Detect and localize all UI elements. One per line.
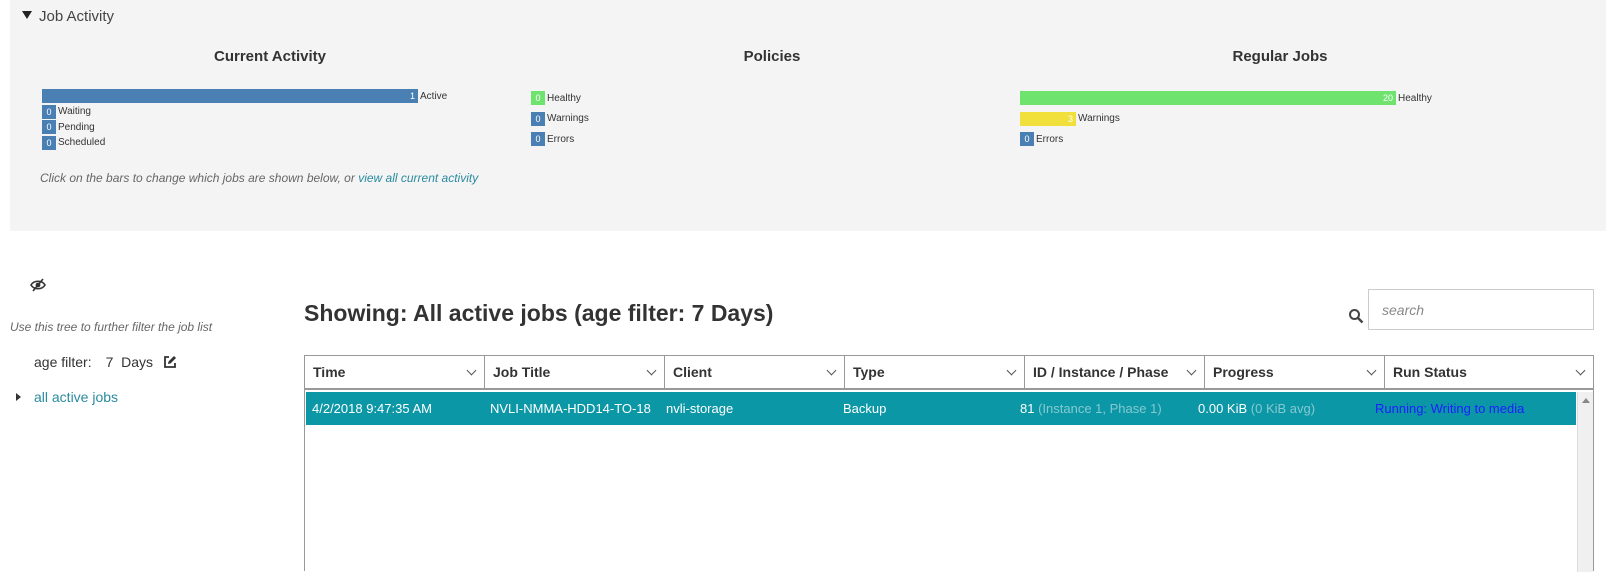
table-header: Time Job Title Client Type ID / Instance… <box>305 356 1593 390</box>
current-activity-bar-fill[interactable]: 0 <box>42 135 56 150</box>
regular-jobs-bar-fill[interactable]: 0 <box>1020 132 1034 146</box>
current-activity-bar-label: Pending <box>58 121 95 133</box>
policies-bar-label: Healthy <box>547 92 581 104</box>
cell-instance-phase: (Instance 1, Phase 1) <box>1038 401 1162 416</box>
current-activity-bar-label: Waiting <box>58 106 91 117</box>
chevron-down-icon[interactable] <box>826 365 837 375</box>
cell-type: Backup <box>843 401 887 416</box>
cell-progress: 0.00 KiB (0 KiB avg) <box>1198 401 1315 416</box>
cell-client: nvli-storage <box>666 401 734 416</box>
column-label: Job Title <box>493 364 551 380</box>
regular-jobs-bar-warnings[interactable]: 3 Warnings <box>1020 111 1120 126</box>
cell-time: 4/2/2018 9:47:35 AM <box>312 401 432 416</box>
column-header-time[interactable]: Time <box>305 356 485 388</box>
view-all-activity-link[interactable]: view all current activity <box>358 171 478 185</box>
policies-bar-fill[interactable]: 0 <box>531 132 545 146</box>
policies-bar-label: Errors <box>547 133 575 145</box>
column-header-id-instance-phase[interactable]: ID / Instance / Phase <box>1025 356 1205 388</box>
column-header-run-status[interactable]: Run Status <box>1385 356 1593 388</box>
column-label: Client <box>673 364 712 380</box>
table-row[interactable]: 4/2/2018 9:47:35 AM NVLI-NMMA-HDD14-TO-1… <box>306 392 1576 425</box>
cell-id: 81 (Instance 1, Phase 1) <box>1020 401 1162 416</box>
current-activity-bar-label: Scheduled <box>58 137 106 148</box>
chevron-down-icon[interactable] <box>646 365 657 375</box>
edit-icon[interactable] <box>163 355 177 369</box>
policies-bar-label: Warnings <box>547 113 589 124</box>
cell-id-value: 81 <box>1020 401 1035 416</box>
table-body: 4/2/2018 9:47:35 AM NVLI-NMMA-HDD14-TO-1… <box>305 392 1593 572</box>
current-activity-bar-label: Active <box>420 90 448 102</box>
chevron-down-icon[interactable] <box>1575 365 1586 375</box>
job-activity-panel: Job Activity Current Activity 1 Active 0 Wa… <box>10 0 1606 231</box>
current-activity-bar-active[interactable]: 1 Active <box>42 89 447 103</box>
caret-right-icon[interactable] <box>16 393 21 401</box>
age-filter: age filter: 7 Days <box>34 354 177 370</box>
job-activity-title: Job Activity <box>39 8 115 25</box>
policies-bar-errors[interactable]: 0 Errors <box>531 132 574 146</box>
current-activity-bar-waiting[interactable]: 0 Waiting <box>42 104 91 119</box>
current-activity-bar-fill[interactable]: 0 <box>42 120 56 134</box>
regular-jobs-bar-label: Healthy <box>1398 92 1432 104</box>
column-header-job-title[interactable]: Job Title <box>485 356 665 388</box>
activity-hint-text: Click on the bars to change which jobs a… <box>40 171 359 185</box>
column-header-client[interactable]: Client <box>665 356 845 388</box>
policies-bar-fill[interactable]: 0 <box>531 111 545 126</box>
scroll-up-icon[interactable] <box>1582 398 1590 403</box>
search-icon[interactable] <box>1348 308 1364 324</box>
cell-run-status[interactable]: Running: Writing to media <box>1375 401 1524 416</box>
current-activity-title: Current Activity <box>214 48 326 65</box>
regular-jobs-bar-label: Warnings <box>1078 113 1120 124</box>
eye-slash-icon[interactable] <box>30 278 46 292</box>
triangle-down-icon <box>22 11 32 19</box>
regular-jobs-bar-errors[interactable]: 0 Errors <box>1020 132 1063 146</box>
current-activity-bar-fill[interactable]: 1 <box>42 89 418 103</box>
regular-jobs-title: Regular Jobs <box>1232 48 1328 65</box>
tree-node-all-active-jobs[interactable]: all active jobs <box>16 389 118 405</box>
cell-job-title: NVLI-NMMA-HDD14-TO-18 <box>490 401 651 416</box>
column-header-type[interactable]: Type <box>845 356 1025 388</box>
chevron-down-icon[interactable] <box>1186 365 1197 375</box>
column-label: Type <box>853 364 885 380</box>
column-label: ID / Instance / Phase <box>1033 364 1169 380</box>
age-filter-value: 7 Days <box>105 354 154 370</box>
tree-hint: Use this tree to further filter the job … <box>10 320 213 334</box>
age-filter-label: age filter: <box>34 354 92 370</box>
column-label: Run Status <box>1393 364 1467 380</box>
chevron-down-icon[interactable] <box>1366 365 1377 375</box>
activity-hint: Click on the bars to change which jobs a… <box>40 171 478 185</box>
chevron-down-icon[interactable] <box>466 365 477 375</box>
table-scrollbar[interactable] <box>1577 392 1593 572</box>
cell-progress-avg: (0 KiB avg) <box>1250 401 1316 416</box>
current-activity-bar-scheduled[interactable]: 0 Scheduled <box>42 135 106 150</box>
page-title: Showing: All active jobs (age filter: 7 … <box>304 300 774 326</box>
current-activity-bar-pending[interactable]: 0 Pending <box>42 120 95 134</box>
regular-jobs-bar-label: Errors <box>1036 133 1064 145</box>
regular-jobs-bar-fill[interactable]: 20 <box>1020 91 1396 105</box>
current-activity-bar-fill[interactable]: 0 <box>42 104 56 119</box>
policies-bar-warnings[interactable]: 0 Warnings <box>531 111 589 126</box>
column-label: Time <box>313 364 346 380</box>
search-input[interactable] <box>1368 289 1594 330</box>
chevron-down-icon[interactable] <box>1006 365 1017 375</box>
tree-node-label[interactable]: all active jobs <box>34 389 118 405</box>
policies-bar-healthy[interactable]: 0 Healthy <box>531 91 581 105</box>
policies-bar-fill[interactable]: 0 <box>531 91 545 105</box>
policies-title: Policies <box>743 48 801 65</box>
column-header-progress[interactable]: Progress <box>1205 356 1385 388</box>
column-label: Progress <box>1213 364 1274 380</box>
cell-progress-value: 0.00 KiB <box>1198 401 1248 416</box>
job-activity-toggle[interactable]: Job Activity <box>22 8 114 25</box>
regular-jobs-bar-healthy[interactable]: 20 Healthy <box>1020 91 1432 105</box>
jobs-table: Time Job Title Client Type ID / Instance… <box>304 355 1594 572</box>
regular-jobs-bar-fill[interactable]: 3 <box>1020 111 1076 126</box>
